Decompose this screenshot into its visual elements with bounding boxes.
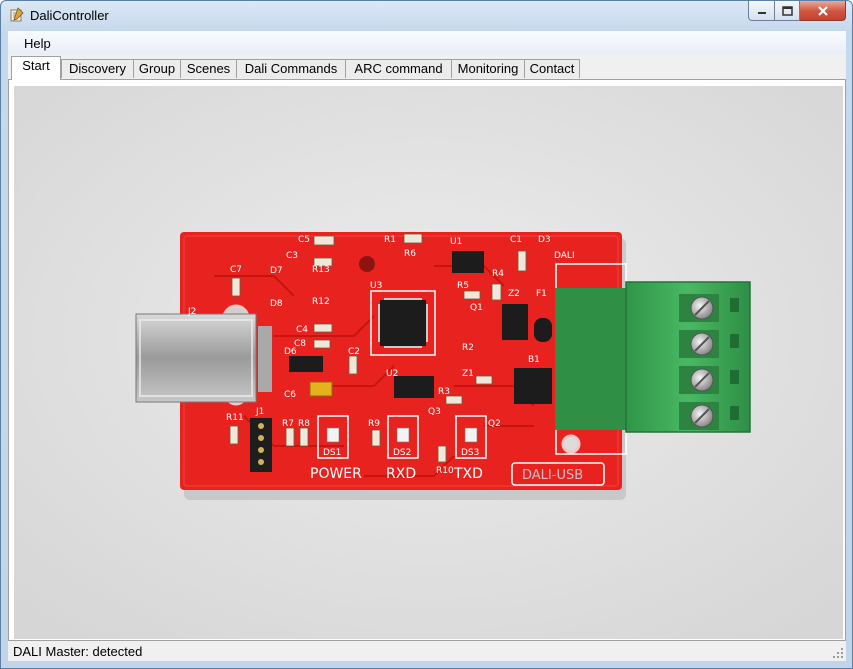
designator-u3: U3 bbox=[370, 281, 382, 291]
designator-r4: R4 bbox=[492, 269, 504, 279]
designator-r2: R2 bbox=[462, 343, 474, 353]
designator-d3: D3 bbox=[538, 235, 551, 245]
designator-f1: F1 bbox=[536, 289, 547, 299]
designator-z1: Z1 bbox=[462, 369, 474, 379]
status-bar: DALI Master: detected bbox=[8, 641, 846, 661]
maximize-icon bbox=[781, 5, 793, 16]
designator-c7: C7 bbox=[230, 265, 242, 275]
designator-c3: C3 bbox=[286, 251, 298, 261]
maximize-button[interactable] bbox=[775, 1, 800, 21]
designator-q1: Q1 bbox=[470, 303, 483, 313]
designator-r3: R3 bbox=[438, 387, 450, 397]
designator-c2: C2 bbox=[348, 347, 360, 357]
tab-group[interactable]: Group bbox=[133, 59, 181, 78]
designator-d8: D8 bbox=[270, 299, 283, 309]
designator-r6: R6 bbox=[404, 249, 416, 259]
tab-scenes[interactable]: Scenes bbox=[180, 59, 237, 78]
label-rxd: RXD bbox=[386, 466, 416, 482]
designator-c5: C5 bbox=[298, 235, 310, 245]
close-button[interactable] bbox=[800, 1, 846, 21]
designator-r11: R11 bbox=[226, 413, 244, 423]
designator-q2: Q2 bbox=[488, 419, 501, 429]
designator-r9: R9 bbox=[368, 419, 380, 429]
designator-ds2: DS2 bbox=[393, 448, 411, 458]
designator-dali: DALI bbox=[554, 251, 575, 261]
designator-c4: C4 bbox=[296, 325, 308, 335]
tab-strip: Start Discovery Group Scenes Dali Comman… bbox=[8, 55, 846, 80]
designator-r5: R5 bbox=[457, 281, 469, 291]
designator-d6: D6 bbox=[284, 347, 297, 357]
start-tab-panel: C5 R1 U1 C1 D3 DALI C3 R6 C7 D7 R13 R4 J… bbox=[8, 79, 846, 641]
app-icon bbox=[10, 7, 24, 22]
designator-r8: R8 bbox=[298, 419, 310, 429]
menu-bar: Help bbox=[8, 31, 846, 55]
label-power: POWER bbox=[310, 466, 362, 482]
designator-z2: Z2 bbox=[508, 289, 520, 299]
dali-usb-board-image: C5 R1 U1 C1 D3 DALI C3 R6 C7 D7 R13 R4 J… bbox=[14, 86, 843, 639]
designator-r7: R7 bbox=[282, 419, 294, 429]
designator-ds1: DS1 bbox=[323, 448, 341, 458]
minimize-icon bbox=[757, 11, 766, 14]
designator-c6: C6 bbox=[284, 390, 296, 400]
application-window: DaliController Help Start Discovery Grou… bbox=[0, 0, 853, 669]
designator-r1: R1 bbox=[384, 235, 396, 245]
device-photo: C5 R1 U1 C1 D3 DALI C3 R6 C7 D7 R13 R4 J… bbox=[14, 86, 843, 639]
designator-q3: Q3 bbox=[428, 407, 441, 417]
title-bar[interactable]: DaliController bbox=[1, 1, 852, 29]
designator-b1: B1 bbox=[528, 355, 540, 365]
designator-j2: J2 bbox=[187, 307, 196, 317]
close-icon bbox=[817, 5, 828, 16]
usb-connector bbox=[135, 313, 257, 403]
menu-help[interactable]: Help bbox=[24, 36, 51, 51]
label-txd: TXD bbox=[453, 466, 483, 482]
designator-j1: J1 bbox=[255, 407, 264, 417]
tab-discovery[interactable]: Discovery bbox=[61, 59, 134, 78]
designator-r12: R12 bbox=[312, 297, 330, 307]
designator-d7: D7 bbox=[270, 266, 283, 276]
tab-dali-commands[interactable]: Dali Commands bbox=[236, 59, 346, 78]
status-text: DALI Master: detected bbox=[13, 644, 143, 659]
tab-arc-command[interactable]: ARC command bbox=[345, 59, 452, 78]
designator-u2: U2 bbox=[386, 369, 398, 379]
designator-r10: R10 bbox=[436, 466, 454, 476]
window-title: DaliController bbox=[30, 8, 109, 23]
designator-u1: U1 bbox=[450, 237, 462, 247]
tab-start[interactable]: Start bbox=[11, 56, 61, 80]
designator-r13: R13 bbox=[312, 265, 330, 275]
client-area: Help Start Discovery Group Scenes Dali C… bbox=[8, 31, 846, 661]
minimize-button[interactable] bbox=[748, 1, 775, 21]
mcu-chip bbox=[380, 300, 426, 346]
label-dali-usb: DALI-USB bbox=[522, 468, 583, 483]
designator-c1: C1 bbox=[510, 235, 522, 245]
dali-terminal-block bbox=[555, 288, 627, 430]
tab-monitoring[interactable]: Monitoring bbox=[451, 59, 525, 78]
designator-ds3: DS3 bbox=[461, 448, 479, 458]
resize-grip-icon[interactable] bbox=[832, 647, 844, 659]
tab-contact[interactable]: Contact bbox=[524, 59, 580, 78]
